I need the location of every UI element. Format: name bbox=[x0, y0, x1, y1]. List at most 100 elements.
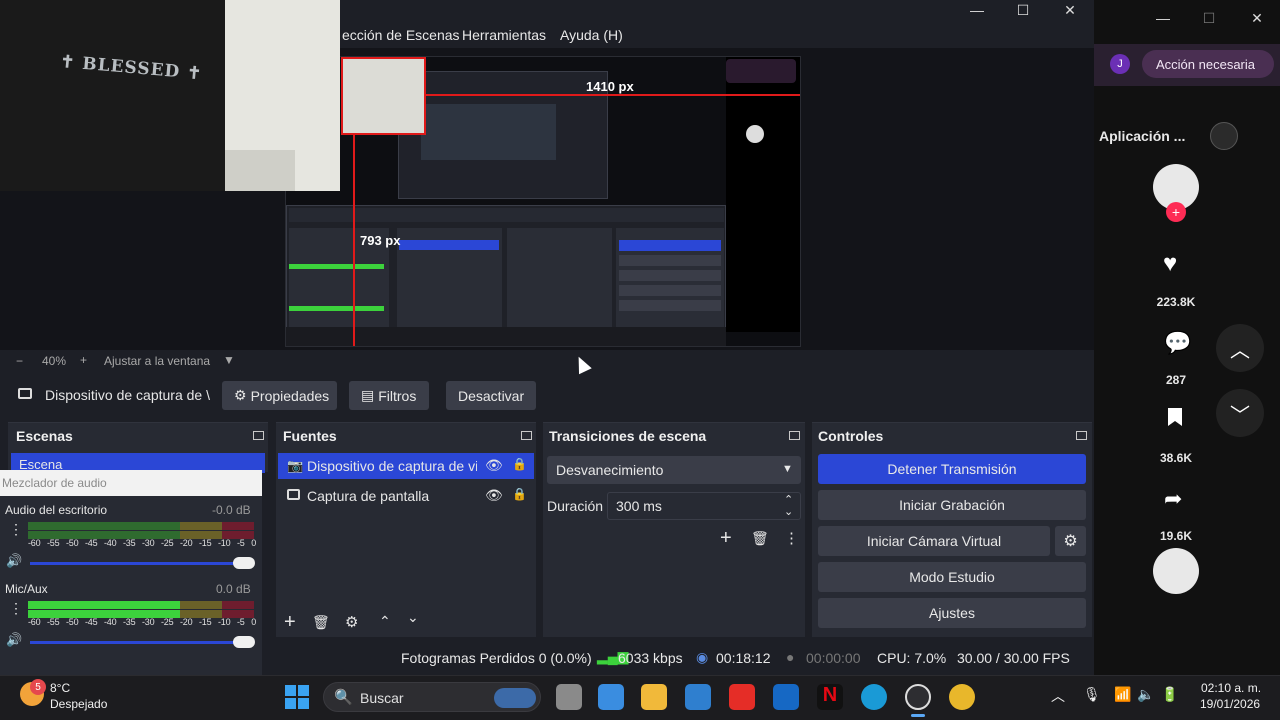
zoom-out-button[interactable]: − bbox=[16, 354, 23, 368]
app-label[interactable]: Aplicación ... bbox=[1099, 128, 1185, 144]
selection-box[interactable] bbox=[341, 57, 426, 135]
youtube-icon[interactable] bbox=[729, 684, 755, 710]
move-down-icon[interactable]: ⌄ bbox=[407, 609, 419, 626]
outlook-icon[interactable] bbox=[773, 684, 799, 710]
speaker-icon[interactable]: 🔊 bbox=[6, 632, 22, 648]
nested-action bbox=[726, 59, 796, 83]
chrome-icon[interactable] bbox=[949, 684, 975, 710]
speaker-icon[interactable]: 🔊 bbox=[6, 553, 22, 569]
zoom-in-button[interactable]: + bbox=[80, 353, 87, 367]
follow-plus-icon[interactable]: + bbox=[1166, 202, 1186, 222]
undock-icon[interactable] bbox=[521, 431, 532, 440]
sources-dock: Fuentes 📷 Dispositivo de captura de vic … bbox=[276, 422, 536, 637]
volume-slider-handle[interactable] bbox=[233, 636, 255, 648]
camera-icon: 📷 bbox=[287, 458, 304, 473]
scroll-down-button[interactable]: ﹀ bbox=[1216, 389, 1264, 437]
task-view-icon[interactable] bbox=[556, 684, 582, 710]
eye-icon[interactable]: 👁 bbox=[485, 457, 503, 474]
kebab-menu-icon[interactable]: ⋮ bbox=[9, 522, 23, 536]
gear-icon[interactable]: ⚙ bbox=[345, 613, 358, 631]
mixer-title-bar[interactable]: Mezclador de audio bbox=[0, 470, 262, 496]
record-icon: ● bbox=[786, 649, 795, 665]
wifi-icon[interactable]: 📶 bbox=[1114, 686, 1131, 703]
eye-icon[interactable]: 👁 bbox=[485, 487, 503, 504]
profile-avatar[interactable]: J bbox=[1110, 54, 1130, 74]
properties-button[interactable]: ⚙ Propiedades bbox=[222, 381, 337, 410]
maximize-button[interactable]: ☐ bbox=[1000, 0, 1046, 20]
menu-tools[interactable]: Herramientas bbox=[462, 27, 546, 43]
netflix-icon[interactable]: N bbox=[817, 684, 843, 710]
add-icon[interactable]: + bbox=[720, 527, 732, 550]
menu-scene-collection[interactable]: ección de Escenas bbox=[342, 27, 460, 43]
undock-icon[interactable] bbox=[253, 431, 264, 440]
active-indicator bbox=[911, 714, 925, 717]
volume-slider-handle[interactable] bbox=[233, 557, 255, 569]
preview-canvas[interactable]: 1410 px 793 px bbox=[285, 56, 801, 347]
chevron-down-icon[interactable]: ▼ bbox=[223, 353, 235, 367]
source-item[interactable]: Captura de pantalla 👁 🔒 bbox=[278, 483, 534, 509]
obs-icon[interactable] bbox=[905, 684, 931, 710]
copilot-icon[interactable] bbox=[598, 684, 624, 710]
heart-icon[interactable]: ♥ bbox=[1163, 250, 1177, 278]
settings-button[interactable]: Ajustes bbox=[818, 598, 1086, 628]
share-icon[interactable]: ➦ bbox=[1164, 486, 1182, 512]
camera-icon bbox=[18, 388, 32, 399]
trash-icon[interactable]: 🗑 bbox=[312, 614, 330, 631]
lock-icon[interactable]: 🔒 bbox=[512, 487, 527, 501]
volume-slider[interactable] bbox=[30, 562, 250, 565]
app-settings-icon[interactable] bbox=[1210, 122, 1238, 150]
taskbar-search[interactable]: 🔍 Buscar bbox=[323, 682, 541, 712]
microphone-icon[interactable]: 🎙 bbox=[1083, 686, 1101, 703]
clock-time[interactable]: 02:10 a. m. bbox=[1201, 681, 1261, 695]
start-virtual-camera-button[interactable]: Iniciar Cámara Virtual bbox=[818, 526, 1050, 556]
source-item[interactable]: 📷 Dispositivo de captura de vic 👁 🔒 bbox=[278, 453, 534, 479]
volume-slider[interactable] bbox=[30, 641, 250, 644]
fps: 30.00 / 30.00 FPS bbox=[957, 650, 1070, 666]
deactivate-button[interactable]: Desactivar bbox=[446, 381, 536, 410]
battery-icon[interactable]: 🔋 bbox=[1161, 686, 1178, 703]
minimize-button[interactable]: — bbox=[954, 0, 1000, 20]
studio-mode-button[interactable]: Modo Estudio bbox=[818, 562, 1086, 592]
filters-label: Filtros bbox=[378, 387, 417, 404]
minimize-button[interactable]: — bbox=[1140, 8, 1186, 28]
bookmark-icon[interactable] bbox=[1168, 408, 1182, 426]
likes-count: 223.8K bbox=[1156, 295, 1196, 309]
clock-date[interactable]: 19/01/2026 bbox=[1200, 697, 1260, 711]
scale-tick: -10 bbox=[218, 617, 231, 627]
stop-stream-button[interactable]: Detener Transmisión bbox=[818, 454, 1086, 484]
menu-help[interactable]: Ayuda (H) bbox=[560, 27, 623, 43]
kebab-menu-icon[interactable]: ⋮ bbox=[784, 529, 799, 547]
undock-icon[interactable] bbox=[789, 431, 800, 440]
chevron-up-icon[interactable]: ︿ bbox=[1051, 686, 1065, 706]
file-explorer-icon[interactable] bbox=[641, 684, 667, 710]
scroll-up-button[interactable]: ︿ bbox=[1216, 324, 1264, 372]
close-button[interactable]: ✕ bbox=[1047, 0, 1093, 20]
volume-icon[interactable]: 🔈 bbox=[1137, 686, 1154, 703]
kebab-menu-icon[interactable]: ⋮ bbox=[9, 601, 23, 615]
windows-start-icon[interactable] bbox=[285, 685, 309, 709]
restore-button[interactable]: ☐ bbox=[1186, 8, 1232, 28]
action-needed-button[interactable]: Acción necesaria bbox=[1142, 50, 1274, 78]
transition-select[interactable]: Desvanecimiento ▼ bbox=[547, 456, 801, 484]
meter-scale: -60 -55 -50 -45 -40 -35 -30 -25 -20 -15 -10 -5 0 bbox=[28, 617, 256, 627]
start-recording-button[interactable]: Iniciar Grabación bbox=[818, 490, 1086, 520]
scale-tick: -55 bbox=[47, 538, 60, 548]
trash-icon[interactable]: 🗑 bbox=[751, 530, 769, 547]
sound-avatar[interactable] bbox=[1153, 548, 1199, 594]
filters-button[interactable]: ▤ Filtros bbox=[349, 381, 429, 410]
nested-meter-2 bbox=[289, 306, 384, 311]
gear-icon[interactable]: ⚙ bbox=[1055, 526, 1086, 556]
outlook-new-icon[interactable] bbox=[685, 684, 711, 710]
move-up-icon[interactable]: ⌃ bbox=[379, 613, 391, 630]
zoom-fit-option[interactable]: Ajustar a la ventana bbox=[104, 354, 210, 368]
comment-icon[interactable]: 💬 bbox=[1164, 330, 1191, 356]
meter-red bbox=[222, 522, 254, 530]
duration-input[interactable]: 300 ms ⌃ ⌄ bbox=[607, 492, 801, 520]
edge-icon[interactable] bbox=[861, 684, 887, 710]
add-icon[interactable]: + bbox=[284, 611, 296, 634]
lock-icon[interactable]: 🔒 bbox=[512, 457, 527, 471]
undock-icon[interactable] bbox=[1076, 431, 1087, 440]
close-button[interactable]: ✕ bbox=[1234, 8, 1280, 28]
filter-icon: ▤ bbox=[361, 387, 375, 403]
stepper-down-icon[interactable]: ⌄ bbox=[784, 505, 793, 518]
